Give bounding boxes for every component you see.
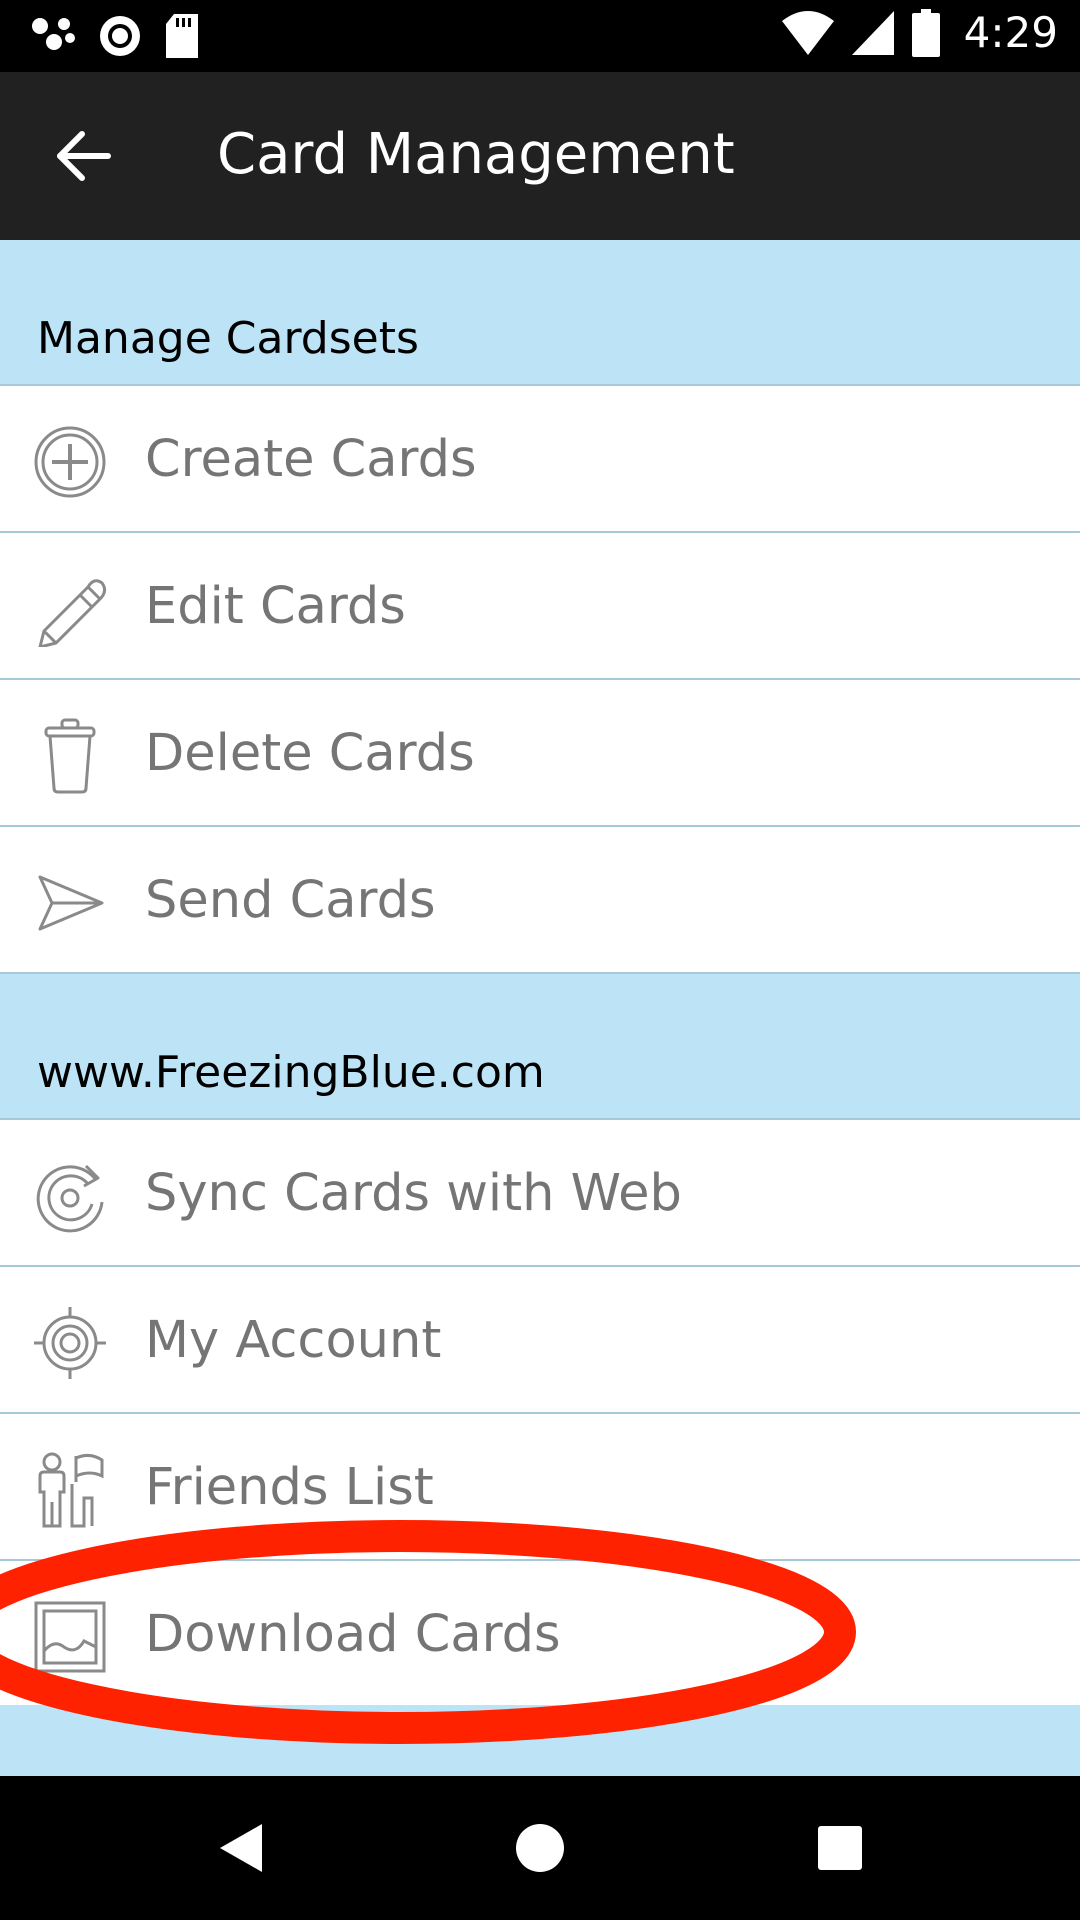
navigation-bar xyxy=(0,1776,1080,1920)
list-item-label: Create Cards xyxy=(145,430,477,489)
list-item-label: Sync Cards with Web xyxy=(145,1164,682,1223)
section-title: Manage Cardsets xyxy=(37,313,419,364)
nav-home-icon[interactable] xyxy=(510,1818,570,1878)
list-footer-band xyxy=(0,1705,1080,1778)
section-header-manage-cardsets: Manage Cardsets xyxy=(0,240,1080,386)
nav-recents-icon[interactable] xyxy=(810,1818,870,1878)
arrow-back-icon[interactable] xyxy=(50,126,116,186)
sync-icon xyxy=(36,1164,104,1233)
notification-dots-icon xyxy=(32,18,75,50)
list-item-friends-list[interactable]: Friends List xyxy=(0,1414,1080,1561)
plus-circle-icon xyxy=(34,426,106,498)
page-title: Card Management xyxy=(217,122,735,187)
status-right: 4:29 xyxy=(781,8,1058,57)
list-item-download-cards[interactable]: Download Cards xyxy=(0,1561,1080,1705)
list-item-label: My Account xyxy=(145,1311,442,1370)
wifi-icon xyxy=(781,10,834,55)
list-item-label: Send Cards xyxy=(145,871,436,930)
list-item-send-cards[interactable]: Send Cards xyxy=(0,827,1080,974)
record-icon xyxy=(100,16,140,56)
section-header-freezingblue: www.FreezingBlue.com xyxy=(0,974,1080,1120)
list-item-my-account[interactable]: My Account xyxy=(0,1267,1080,1414)
trash-icon xyxy=(44,718,96,794)
battery-icon xyxy=(911,8,940,57)
section-title: www.FreezingBlue.com xyxy=(37,1047,545,1098)
image-icon xyxy=(34,1601,106,1673)
friends-icon xyxy=(38,1452,104,1528)
app-bar: Card Management xyxy=(0,72,1080,240)
list-item-label: Download Cards xyxy=(145,1605,561,1664)
list-item-edit-cards[interactable]: Edit Cards xyxy=(0,533,1080,680)
sd-card-icon xyxy=(166,14,198,58)
paper-plane-icon xyxy=(38,875,104,931)
nav-back-icon[interactable] xyxy=(210,1818,270,1878)
list-item-create-cards[interactable]: Create Cards xyxy=(0,386,1080,533)
list-item-label: Friends List xyxy=(145,1458,434,1517)
list-item-sync-cards[interactable]: Sync Cards with Web xyxy=(0,1120,1080,1267)
status-bar: 4:29 xyxy=(0,0,1080,72)
status-left xyxy=(30,14,200,58)
pencil-icon xyxy=(38,579,107,647)
cell-signal-icon xyxy=(851,10,894,55)
list-item-label: Delete Cards xyxy=(145,724,475,783)
card-management-list: Manage Cardsets Create Cards Edit Cards … xyxy=(0,240,1080,1778)
status-time: 4:29 xyxy=(963,8,1058,57)
list-item-delete-cards[interactable]: Delete Cards xyxy=(0,680,1080,827)
target-icon xyxy=(34,1307,106,1379)
list-item-label: Edit Cards xyxy=(145,577,406,636)
